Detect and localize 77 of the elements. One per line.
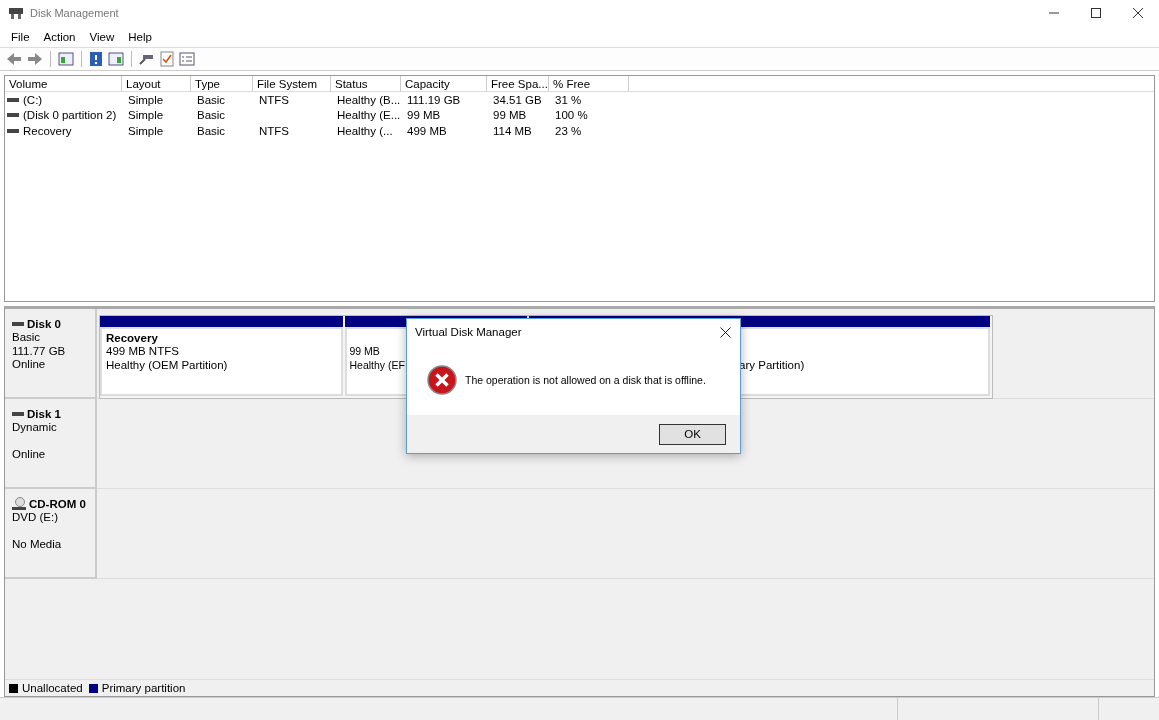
column-header[interactable]: Status bbox=[331, 76, 401, 92]
disk-status: Online bbox=[12, 358, 46, 370]
disk-status: No Media bbox=[12, 538, 62, 550]
column-header[interactable]: Free Spa... bbox=[487, 76, 549, 92]
ok-button[interactable]: OK bbox=[659, 423, 726, 445]
drive-icon bbox=[12, 321, 24, 327]
menu-item[interactable]: Action bbox=[36, 30, 83, 43]
disk-size: 111.77 GB bbox=[12, 344, 66, 357]
disk-name: Disk 1 bbox=[27, 408, 61, 420]
table-cell: 23 % bbox=[555, 124, 582, 137]
disk-status: Online bbox=[12, 448, 46, 460]
column-header[interactable]: Capacity bbox=[401, 76, 487, 92]
partition-size: 99 MB bbox=[349, 345, 380, 357]
table-cell: Basic bbox=[197, 93, 226, 106]
table-cell: NTFS bbox=[259, 93, 290, 106]
partition-status: Healthy (EF bbox=[349, 358, 405, 371]
panel-icon[interactable] bbox=[108, 52, 124, 66]
cd-drive-icon bbox=[12, 497, 26, 511]
maximize-icon[interactable] bbox=[1090, 7, 1102, 19]
partition-status: Healthy (OEM Partition) bbox=[106, 358, 228, 371]
column-header[interactable]: Layout bbox=[122, 76, 191, 92]
partition-name: Recovery bbox=[106, 332, 158, 344]
table-cell: Healthy (E... bbox=[337, 109, 401, 122]
disk-label-panel[interactable]: CD-ROM 0 DVD (E:) No Media bbox=[5, 489, 97, 579]
table-cell: (C:) bbox=[23, 93, 43, 106]
panel-icon[interactable] bbox=[58, 52, 74, 66]
drive-icon bbox=[12, 411, 24, 417]
menu-item[interactable]: File bbox=[4, 30, 37, 43]
table-cell: 100 % bbox=[555, 109, 588, 122]
drive-icon bbox=[7, 112, 19, 119]
table-cell: Simple bbox=[128, 124, 164, 137]
table-cell: Recovery bbox=[23, 124, 72, 137]
column-header[interactable]: % Free bbox=[549, 76, 629, 92]
menu-item[interactable]: View bbox=[82, 30, 122, 43]
table-cell: 34.51 GB bbox=[493, 93, 542, 106]
disk-type: Dynamic bbox=[12, 421, 57, 433]
table-cell: Healthy (B... bbox=[337, 93, 401, 106]
column-header[interactable]: Type bbox=[191, 76, 253, 92]
checklist-icon[interactable] bbox=[160, 51, 174, 67]
partition-size: 499 MB NTFS bbox=[106, 345, 179, 357]
table-cell: (Disk 0 partition 2) bbox=[23, 109, 117, 122]
disk-name: CD-ROM 0 bbox=[29, 498, 86, 510]
close-icon[interactable] bbox=[720, 326, 731, 338]
table-cell: 31 % bbox=[555, 93, 582, 106]
legend-label: Primary partition bbox=[101, 682, 186, 694]
table-cell: Healthy (... bbox=[337, 124, 393, 137]
table-cell: 111.19 GB bbox=[407, 93, 461, 106]
table-cell: Basic bbox=[197, 109, 226, 122]
table-cell: 99 MB bbox=[407, 109, 441, 122]
disk-type: Basic bbox=[12, 331, 41, 343]
properties-icon[interactable] bbox=[179, 52, 195, 66]
drive-icon bbox=[7, 96, 19, 103]
dialog-title: Virtual Disk Manager bbox=[415, 326, 522, 338]
table-cell: Simple bbox=[128, 93, 164, 106]
table-cell: 499 MB bbox=[407, 124, 447, 137]
disk-label-panel[interactable]: Disk 1 Dynamic Online bbox=[5, 399, 97, 489]
help-icon[interactable] bbox=[89, 51, 103, 67]
table-cell: 114 MB bbox=[493, 124, 532, 137]
legend-label: Unallocated bbox=[22, 682, 83, 694]
error-icon bbox=[427, 365, 457, 395]
back-arrow-icon[interactable] bbox=[6, 52, 22, 66]
disk-icon bbox=[8, 6, 24, 20]
column-header[interactable]: Volume bbox=[5, 76, 122, 92]
menu-item[interactable]: Help bbox=[121, 30, 159, 43]
drive-icon bbox=[7, 127, 19, 134]
disk-type: DVD (E:) bbox=[12, 511, 58, 523]
table-cell: NTFS bbox=[259, 124, 290, 137]
forward-arrow-icon[interactable] bbox=[27, 52, 43, 66]
window-title: Disk Management bbox=[30, 7, 119, 19]
close-icon[interactable] bbox=[1132, 7, 1144, 19]
disk-name: Disk 0 bbox=[27, 318, 61, 330]
connect-icon[interactable] bbox=[139, 52, 155, 66]
table-cell: Basic bbox=[197, 124, 226, 137]
disk-label-panel[interactable]: Disk 0 Basic 111.77 GB Online bbox=[5, 309, 97, 399]
table-cell: 99 MB bbox=[493, 109, 527, 122]
column-header[interactable]: File System bbox=[253, 76, 331, 92]
table-cell: Simple bbox=[128, 109, 164, 122]
